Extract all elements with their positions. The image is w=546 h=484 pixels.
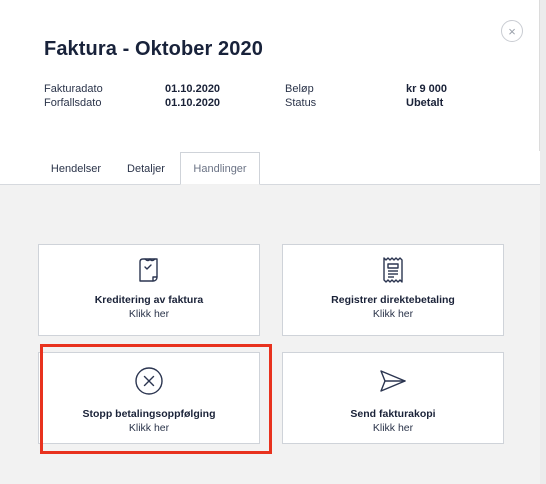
stop-payment-followup-label: Stopp betalingsoppfølging xyxy=(82,408,216,420)
send-plane-icon xyxy=(378,366,408,396)
invoice-date-value: 01.10.2020 xyxy=(165,83,221,95)
credit-invoice-sub: Klikk her xyxy=(128,308,170,320)
credit-invoice-label: Kreditering av faktura xyxy=(94,294,204,306)
due-date-label: Forfallsdato xyxy=(44,97,102,109)
circle-x-icon xyxy=(134,366,164,396)
close-button[interactable]: × xyxy=(501,20,523,42)
register-payment-card[interactable]: Registrer direktebetaling Klikk her xyxy=(282,244,504,336)
send-invoice-copy-label: Send fakturakopi xyxy=(350,408,436,420)
credit-invoice-card[interactable]: Kreditering av faktura Klikk her xyxy=(38,244,260,336)
meta-labels-right: Beløp Status xyxy=(285,82,316,110)
receipt-list-icon xyxy=(378,255,408,285)
invoice-modal: × Faktura - Oktober 2020 Fakturadato For… xyxy=(0,0,540,484)
invoice-date-label: Fakturadato xyxy=(44,83,103,95)
register-payment-sub: Klikk her xyxy=(372,308,414,320)
stop-payment-followup-sub: Klikk her xyxy=(128,422,170,434)
register-payment-label: Registrer direktebetaling xyxy=(331,294,455,306)
close-icon: × xyxy=(508,23,516,39)
status-label: Status xyxy=(285,97,317,109)
tab-detaljer[interactable]: Detaljer xyxy=(116,153,176,185)
meta-values-left: 01.10.2020 01.10.2020 xyxy=(165,82,220,110)
send-invoice-copy-sub: Klikk her xyxy=(372,422,414,434)
amount-value: kr 9 000 xyxy=(406,83,447,95)
meta-labels-left: Fakturadato Forfallsdato xyxy=(44,82,103,110)
stop-payment-followup-card[interactable]: Stopp betalingsoppfølging Klikk her xyxy=(38,352,260,444)
meta-values-right: kr 9 000 Ubetalt xyxy=(406,82,447,110)
status-value: Ubetalt xyxy=(406,97,444,109)
receipt-credit-icon xyxy=(134,255,164,285)
page-title: Faktura - Oktober 2020 xyxy=(44,38,263,60)
tab-hendelser[interactable]: Hendelser xyxy=(40,153,112,185)
send-invoice-copy-card[interactable]: Send fakturakopi Klikk her xyxy=(282,352,504,444)
tab-handlinger[interactable]: Handlinger xyxy=(180,152,260,185)
due-date-value: 01.10.2020 xyxy=(165,97,221,109)
tab-bar: Hendelser Detaljer Handlinger xyxy=(0,151,540,185)
amount-label: Beløp xyxy=(285,83,314,95)
